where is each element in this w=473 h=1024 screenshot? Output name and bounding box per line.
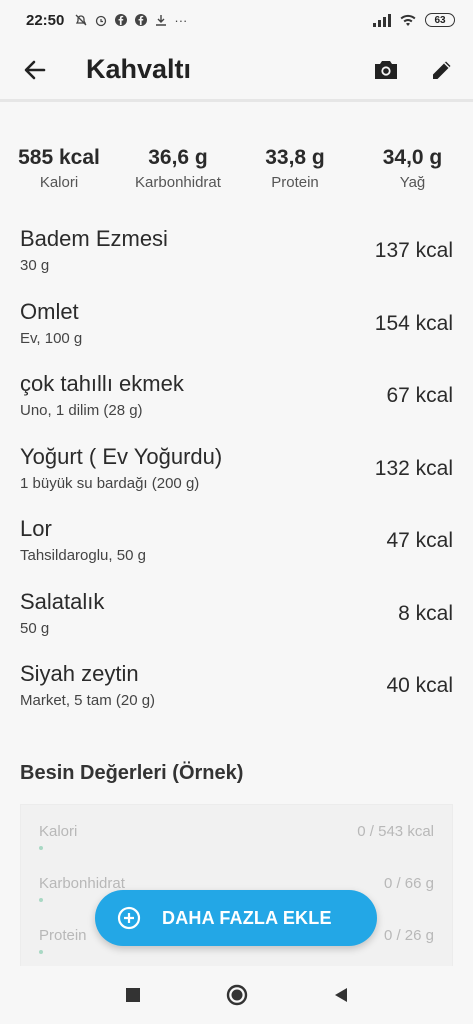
food-name: Salatalık [20,588,105,614]
food-name: Lor [20,516,52,541]
progress-indicator [39,898,43,902]
food-item[interactable]: Lor Tahsildaroglu, 50 g 47 kcal [0,514,473,587]
notification-icons: ··· [74,13,187,28]
nutrition-summary: 585 kcal Kalori 36,6 g Karbonhidrat 33,8… [0,146,473,191]
food-name: Siyah zeytin [20,661,139,686]
status-time: 22:50 [26,11,65,29]
recents-square-icon[interactable] [121,983,145,1007]
mute-icon [75,14,87,26]
summary-calories: 585 kcal Kalori [0,146,118,191]
summary-fat: 34,0 g Yağ [352,146,473,191]
add-more-label: DAHA FAZLA EKLE [162,907,332,928]
food-detail: Ev, 100 g [20,329,83,347]
download-icon [156,15,167,26]
edit-pencil-icon[interactable] [429,57,455,83]
nutrition-label: Kalori [39,823,78,840]
back-arrow-icon[interactable] [22,57,48,83]
page-title: Kahvaltı [86,54,192,84]
summary-value: 34,0 g [382,146,443,169]
food-name: çok tahıllı ekmek [20,371,184,396]
food-detail: 1 büyük su bardağı (200 g) [20,474,200,492]
camera-icon[interactable] [373,57,399,83]
status-bar: 22:50 ··· 63 [0,0,473,40]
summary-value: 585 kcal [18,146,100,169]
nutrition-value: 0 / 26 g [383,927,434,944]
summary-value: 36,6 g [148,146,208,169]
food-kcal: 137 kcal [374,239,453,262]
summary-protein: 33,8 g Protein [238,146,352,191]
food-detail: 30 g [20,257,50,274]
nutrition-value: 0 / 543 kcal [357,823,434,840]
food-kcal: 154 kcal [374,311,453,335]
food-kcal: 8 kcal [398,601,453,625]
summary-value: 33,8 g [265,146,325,169]
summary-label: Protein [271,174,319,191]
food-kcal: 47 kcal [386,529,453,552]
progress-indicator [39,846,43,850]
add-more-button[interactable]: DAHA FAZLA EKLE [95,890,377,946]
food-item[interactable]: çok tahıllı ekmek Uno, 1 dilim (28 g) 67… [0,369,473,442]
alarm-icon [96,15,107,27]
progress-indicator [39,950,43,954]
nutrition-row-calories: Kalori 0 / 543 kcal [21,805,452,857]
nutrition-panel: Kalori 0 / 543 kcal Karbonhidrat 0 / 66 … [20,804,453,974]
nutrition-value: 0 / 66 g [383,875,434,892]
wifi-icon [400,14,416,26]
back-triangle-icon[interactable] [329,983,353,1007]
battery-icon: 63 [425,13,455,27]
home-circle-icon[interactable] [225,983,249,1007]
food-kcal: 132 kcal [374,456,453,480]
food-kcal: 40 kcal [386,674,453,697]
more-notifications: ··· [174,12,188,28]
facebook-icon [115,14,128,26]
food-kcal: 67 kcal [386,384,453,407]
summary-label: Yağ [399,174,426,191]
food-item[interactable]: Salatalık 50 g 8 kcal [0,587,473,660]
food-detail: 50 g [20,619,50,637]
summary-carbs: 36,6 g Karbonhidrat [118,146,238,191]
summary-label: Karbonhidrat [135,174,221,191]
nutrition-label: Karbonhidrat [39,875,125,892]
food-name: Badem Ezmesi [20,226,168,251]
food-name: Omlet [20,298,79,324]
add-circle-icon [117,906,141,930]
nutrition-section-title: Besin Değerleri (Örnek) [20,762,244,784]
food-item[interactable]: Yoğurt ( Ev Yoğurdu) 1 büyük su bardağı … [0,442,473,515]
food-list: Badem Ezmesi 30 g 137 kcal Omlet Ev, 100… [0,224,473,732]
app-bar: Kahvaltı [0,40,473,102]
summary-label: Kalori [39,174,79,191]
food-name: Yoğurt ( Ev Yoğurdu) [20,443,223,469]
food-detail: Tahsildaroglu, 50 g [20,547,146,564]
system-nav-bar [0,966,473,1024]
food-detail: Market, 5 tam (20 g) [20,692,156,709]
food-item[interactable]: Siyah zeytin Market, 5 tam (20 g) 40 kca… [0,659,473,732]
food-item[interactable]: Badem Ezmesi 30 g 137 kcal [0,224,473,297]
nutrition-label: Protein [39,927,87,944]
food-item[interactable]: Omlet Ev, 100 g 154 kcal [0,297,473,370]
facebook-icon-2 [135,14,148,26]
food-detail: Uno, 1 dilim (28 g) [20,402,143,419]
signal-icon [373,13,391,27]
